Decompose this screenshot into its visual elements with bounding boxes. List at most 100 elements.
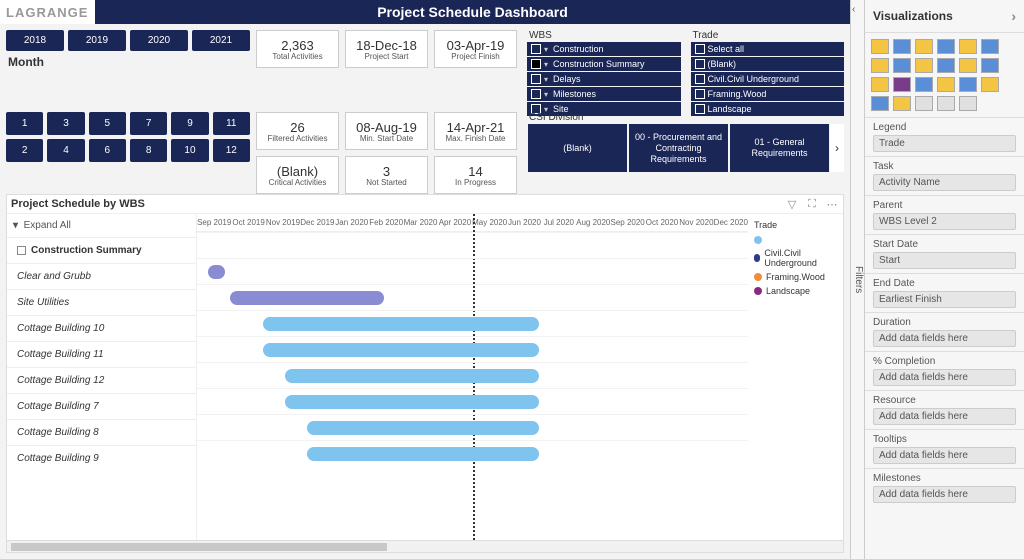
month-1[interactable]: 1 [6,112,43,135]
wbs-item-construction-summary[interactable]: ▾Construction Summary [527,57,681,71]
viz-type-icon[interactable] [893,77,911,92]
task-row[interactable]: Clear and Grubb [7,263,196,289]
viz-type-icon[interactable] [937,39,955,54]
gantt-bar[interactable] [263,317,539,331]
focus-mode-icon[interactable]: ⛶ [805,197,819,211]
field-well-pill[interactable]: WBS Level 2 [873,213,1016,230]
month-8[interactable]: 8 [130,139,167,162]
viz-type-icon[interactable] [937,58,955,73]
month-11[interactable]: 11 [213,112,250,135]
viz-type-icon[interactable] [893,39,911,54]
gantt-bar[interactable] [263,343,539,357]
viz-type-icon[interactable] [871,58,889,73]
viz-type-icon[interactable] [871,96,889,111]
csi-slicer: (Blank) 00 - Procurement and Contracting… [527,124,844,172]
field-well-pill[interactable]: Add data fields here [873,447,1016,464]
task-row[interactable]: Cottage Building 7 [7,393,196,419]
task-row[interactable]: Cottage Building 11 [7,341,196,367]
field-well-label: Task [873,161,1016,172]
viz-type-icon[interactable] [959,39,977,54]
task-row[interactable]: Cottage Building 10 [7,315,196,341]
field-well-label: Milestones [873,473,1016,484]
fields-tab-icon[interactable] [915,96,933,111]
month-9[interactable]: 9 [171,112,208,135]
year-2021[interactable]: 2021 [192,30,250,51]
gantt-visual[interactable]: Project Schedule by WBS ▽ ⛶ ⋯ ▾ Expand A… [6,194,844,553]
viz-type-icon[interactable] [893,96,911,111]
gantt-bar[interactable] [208,265,225,279]
collapse-icon[interactable] [17,246,26,255]
trade-item-framing[interactable]: Framing.Wood [691,87,845,101]
field-well-pill[interactable]: Add data fields here [873,408,1016,425]
month-3[interactable]: 3 [47,112,84,135]
csi-01[interactable]: 01 - General Requirements [730,124,829,172]
trade-item-civil[interactable]: Civil.Civil Underground [691,72,845,86]
field-well-pill[interactable]: Add data fields here [873,330,1016,347]
viz-type-icon[interactable] [981,77,999,92]
gantt-title: Project Schedule by WBS [11,198,145,210]
year-2018[interactable]: 2018 [6,30,64,51]
filter-icon[interactable]: ▽ [785,197,799,211]
viz-type-icon[interactable] [981,39,999,54]
year-2020[interactable]: 2020 [130,30,188,51]
month-10[interactable]: 10 [171,139,208,162]
field-well-pill[interactable]: Add data fields here [873,486,1016,503]
viz-type-icon[interactable] [981,58,999,73]
viz-type-icon[interactable] [915,58,933,73]
field-well-label: Duration [873,317,1016,328]
month-7[interactable]: 7 [130,112,167,135]
wbs-item-delays[interactable]: ▾Delays [527,72,681,86]
viz-type-icon[interactable] [871,77,889,92]
csi-next-button[interactable]: › [830,124,844,172]
viz-type-icon[interactable] [871,39,889,54]
month-2[interactable]: 2 [6,139,43,162]
field-well-pill[interactable]: Start [873,252,1016,269]
brand-logo: LAGRANGE [0,0,95,24]
year-2019[interactable]: 2019 [68,30,126,51]
analytics-tab-icon[interactable] [959,96,977,111]
card-not-started: 3Not Started [345,156,428,194]
gantt-group-header[interactable]: Construction Summary [7,237,196,263]
chevron-right-icon[interactable]: › [1011,8,1016,24]
viz-type-icon[interactable] [959,77,977,92]
task-row[interactable]: Cottage Building 8 [7,419,196,445]
field-well-pill[interactable]: Earliest Finish [873,291,1016,308]
filters-pane-tab[interactable]: ‹ Filters [850,0,864,559]
csi-title: CSI Division [527,112,844,124]
expand-all-button[interactable]: ▾ Expand All [7,214,196,237]
csi-blank[interactable]: (Blank) [528,124,627,172]
chevron-down-icon: ▾ [544,60,548,69]
task-row[interactable]: Cottage Building 12 [7,367,196,393]
field-well-pill[interactable]: Trade [873,135,1016,152]
trade-item-blank[interactable]: (Blank) [691,57,845,71]
viz-type-icon[interactable] [893,58,911,73]
wbs-item-milestones[interactable]: ▾Milestones [527,87,681,101]
viz-type-icon[interactable] [959,58,977,73]
month-12[interactable]: 12 [213,139,250,162]
field-well-label: Legend [873,122,1016,133]
field-well-pill[interactable]: Activity Name [873,174,1016,191]
task-row[interactable]: Site Utilities [7,289,196,315]
csi-00[interactable]: 00 - Procurement and Contracting Require… [629,124,728,172]
month-5[interactable]: 5 [89,112,126,135]
gantt-bar[interactable] [285,369,538,383]
gantt-bar[interactable] [307,421,538,435]
month-6[interactable]: 6 [89,139,126,162]
trade-item-select-all[interactable]: Select all [691,42,845,56]
card-max-finish: 14-Apr-21Max. Finish Date [434,112,517,150]
viz-type-icon[interactable] [915,77,933,92]
gantt-bar[interactable] [230,291,384,305]
viz-pane-title: Visualizations [873,9,953,23]
wbs-item-construction[interactable]: ▾Construction [527,42,681,56]
dashboard-title: Project Schedule Dashboard [95,0,850,24]
month-4[interactable]: 4 [47,139,84,162]
gantt-bar[interactable] [285,395,538,409]
field-well-pill[interactable]: Add data fields here [873,369,1016,386]
task-row[interactable]: Cottage Building 9 [7,445,196,471]
viz-type-icon[interactable] [937,77,955,92]
gantt-scrollbar[interactable] [7,540,843,552]
gantt-bar[interactable] [307,447,538,461]
more-options-icon[interactable]: ⋯ [825,197,839,211]
viz-type-icon[interactable] [915,39,933,54]
format-tab-icon[interactable] [937,96,955,111]
